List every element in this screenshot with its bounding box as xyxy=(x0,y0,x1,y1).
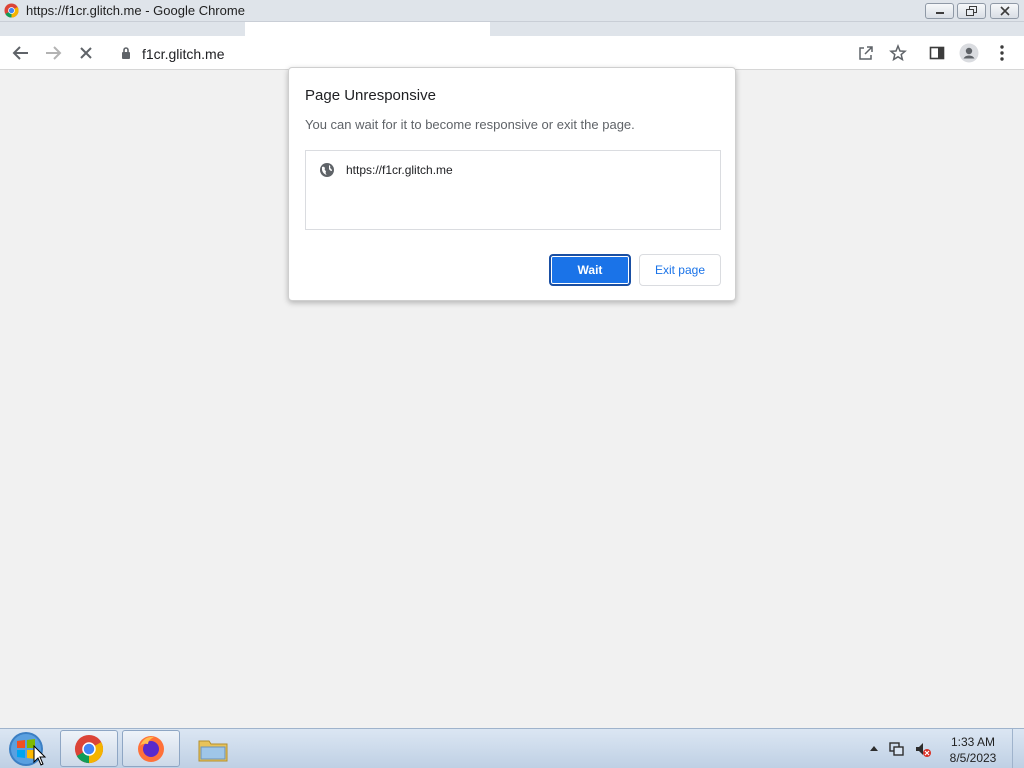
share-button[interactable] xyxy=(855,42,877,64)
tab-strip-empty xyxy=(490,22,1024,36)
profile-button[interactable] xyxy=(958,42,980,64)
folder-icon xyxy=(198,740,228,761)
mouse-cursor-icon xyxy=(33,745,47,766)
unresponsive-pages-list: https://f1cr.glitch.me xyxy=(305,150,721,230)
url-text[interactable]: f1cr.glitch.me xyxy=(142,46,224,62)
taskbar-firefox[interactable] xyxy=(122,730,180,767)
profile-icon xyxy=(959,43,979,63)
taskbar-chrome[interactable] xyxy=(60,730,118,767)
share-icon xyxy=(859,46,873,60)
back-button[interactable] xyxy=(10,42,32,64)
chrome-icon xyxy=(74,734,104,763)
lock-icon[interactable] xyxy=(120,46,132,60)
dialog-message: You can wait for it to become responsive… xyxy=(305,117,635,132)
address-bar[interactable]: f1cr.glitch.me xyxy=(108,39,843,67)
taskbar-file-explorer[interactable] xyxy=(184,730,242,767)
restore-button[interactable] xyxy=(957,3,986,19)
close-icon xyxy=(999,6,1010,16)
clock-time: 1:33 AM xyxy=(950,735,996,749)
star-icon xyxy=(889,44,907,62)
minimize-button[interactable] xyxy=(925,3,954,19)
stop-button[interactable] xyxy=(75,42,97,64)
wait-button[interactable]: Wait xyxy=(549,254,631,286)
active-tab[interactable] xyxy=(245,22,490,36)
back-arrow-icon xyxy=(12,46,28,60)
side-panel-icon xyxy=(929,46,945,60)
clock-date: 8/5/2023 xyxy=(949,751,997,765)
stop-icon xyxy=(80,47,92,59)
kebab-menu-icon xyxy=(1000,45,1004,61)
page-unresponsive-dialog: Page Unresponsive You can wait for it to… xyxy=(288,67,736,301)
restore-icon xyxy=(965,6,977,16)
taskbar-clock[interactable]: 1:33 AM 8/5/2023 xyxy=(944,734,1002,766)
close-button[interactable] xyxy=(990,3,1019,19)
system-tray[interactable] xyxy=(866,739,936,759)
globe-icon xyxy=(320,163,334,177)
chrome-icon xyxy=(4,3,19,18)
taskbar: 1:33 AM 8/5/2023 xyxy=(0,728,1024,768)
browser-toolbar: f1cr.glitch.me xyxy=(0,36,1024,70)
bookmark-button[interactable] xyxy=(887,42,909,64)
side-panel-button[interactable] xyxy=(926,42,948,64)
dialog-title: Page Unresponsive xyxy=(305,87,436,104)
minimize-icon xyxy=(935,12,944,14)
show-desktop-button[interactable] xyxy=(1012,729,1024,768)
firefox-icon xyxy=(138,735,164,762)
window-title: https://f1cr.glitch.me - Google Chrome xyxy=(26,3,245,18)
exit-page-button[interactable]: Exit page xyxy=(639,254,721,286)
forward-arrow-icon xyxy=(46,46,62,60)
list-item: https://f1cr.glitch.me xyxy=(346,163,453,177)
tab-strip xyxy=(0,22,245,36)
forward-button[interactable] xyxy=(42,42,64,64)
menu-button[interactable] xyxy=(991,42,1013,64)
window-titlebar[interactable]: https://f1cr.glitch.me - Google Chrome xyxy=(0,0,1024,22)
